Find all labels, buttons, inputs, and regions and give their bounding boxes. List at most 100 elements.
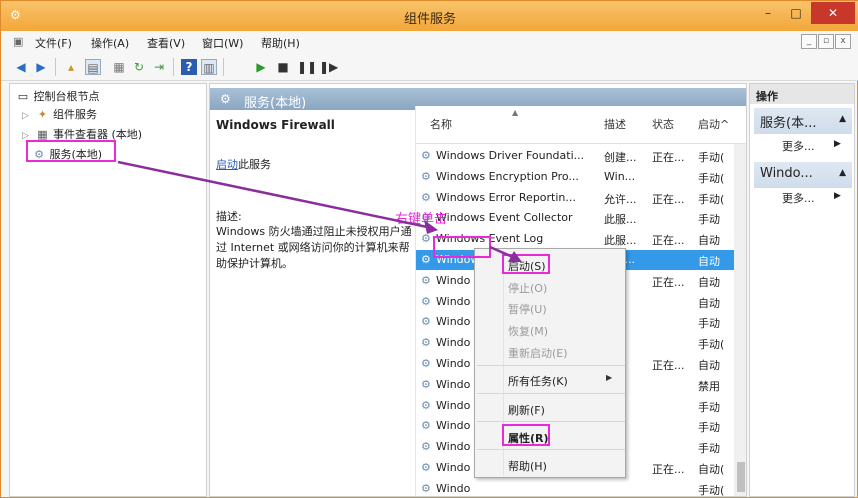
cell-startup: 手动	[698, 442, 720, 456]
chevron-right-icon: ▶	[834, 139, 841, 149]
tree-item-component-services[interactable]: ▷ ✦ 组件服务	[22, 106, 97, 124]
service-icon: ⚙	[421, 481, 431, 495]
pause-service-icon[interactable]: ❚❚	[297, 59, 317, 75]
highlight-box-services-local	[26, 140, 116, 162]
column-header-description[interactable]: 描述	[604, 116, 626, 132]
column-header-startup[interactable]: 启动^	[698, 116, 729, 132]
cell-startup: 手动(	[698, 483, 725, 497]
sort-ascending-icon: ▲	[512, 108, 519, 117]
service-icon: ⚙	[421, 377, 431, 391]
menu-item-restart[interactable]: 重新启动(E)	[508, 345, 568, 361]
mdi-minimize-button[interactable]: _	[801, 34, 817, 49]
title-bar[interactable]: ⚙ 组件服务 – □ ✕	[1, 1, 858, 31]
cell-startup: 手动	[698, 400, 720, 414]
help-icon[interactable]: ?	[181, 59, 197, 75]
cell-status: 正在...	[652, 234, 685, 248]
service-icon: ⚙	[421, 440, 431, 454]
cell-startup: 自动	[698, 296, 720, 310]
highlight-box-start-item	[502, 254, 550, 274]
cell-desc: 此服...	[604, 234, 637, 248]
more-actions-label: 更多...	[782, 140, 815, 153]
cell-status: 正在...	[652, 192, 685, 206]
close-button[interactable]: ✕	[811, 2, 855, 24]
menu-item-stop[interactable]: 停止(O)	[508, 280, 547, 296]
refresh-icon[interactable]: ↻	[131, 59, 147, 75]
restart-service-icon[interactable]: ❚▶	[319, 59, 338, 75]
menu-window[interactable]: 窗口(W)	[202, 35, 243, 51]
chevron-right-icon: ▶	[834, 191, 841, 201]
menu-item-refresh[interactable]: 刷新(F)	[508, 402, 545, 418]
menu-help[interactable]: 帮助(H)	[261, 35, 300, 51]
cell-startup: 手动(	[698, 338, 725, 352]
actions-section-windows-firewall[interactable]: Windo... ▲	[754, 162, 852, 188]
cell-status: 正在...	[652, 463, 685, 476]
cell-startup: 自动	[698, 359, 720, 372]
actions-section-label: 服务(本...	[760, 116, 817, 131]
window-title: 组件服务	[403, 12, 456, 27]
menu-view[interactable]: 查看(V)	[147, 35, 185, 51]
menu-action[interactable]: 操作(A)	[91, 35, 129, 51]
menu-file[interactable]: 文件(F)	[35, 35, 72, 51]
more-actions-link[interactable]: 更多... ▶	[782, 190, 841, 206]
service-icon: ⚙	[421, 315, 431, 329]
vertical-scrollbar[interactable]	[734, 144, 746, 496]
service-description-panel: Windows Firewall 启动此服务 描述: Windows 防火墙通过…	[216, 118, 414, 270]
cell-name: Windows Encryption Pro...	[436, 169, 579, 183]
start-service-line: 启动此服务	[216, 156, 271, 172]
cell-startup: 手动(	[698, 171, 725, 185]
service-icon: ⚙	[421, 461, 431, 474]
actions-section-services[interactable]: 服务(本... ▲	[754, 108, 852, 134]
table-row[interactable]: ⚙ Windows Error Reportin... 允许... 正在... 手动(	[416, 188, 734, 208]
toolbar-divider	[223, 58, 224, 76]
toolbar: ◀ ▶ ▴ ▤ ▦ ↻ ⇥ ? ▥ ▶ ■ ❚❚ ❚▶	[1, 53, 858, 81]
cell-startup: 手动(	[698, 151, 725, 164]
table-row[interactable]: ⚙ Windows Encryption Pro... Win... 手动(	[416, 167, 734, 187]
tree-item-root[interactable]: ▭ 控制台根节点	[16, 88, 100, 106]
table-row[interactable]: ⚙ Windows Event Collector 此服... 手动	[416, 208, 734, 228]
tree-item-label: 组件服务	[53, 108, 97, 121]
toolbar-divider	[173, 58, 174, 76]
console-icon: ▣	[13, 35, 24, 48]
cell-name: Windo	[436, 481, 471, 495]
collapse-icon[interactable]: ▲	[839, 168, 846, 178]
start-service-icon[interactable]: ▶	[253, 59, 269, 75]
menu-item-help[interactable]: 帮助(H)	[508, 458, 547, 474]
maximize-button[interactable]: □	[783, 2, 809, 24]
properties-icon[interactable]: ▦	[111, 59, 127, 75]
service-icon: ⚙	[421, 336, 431, 350]
cell-startup: 手动	[698, 213, 720, 227]
back-icon[interactable]: ◀	[13, 59, 29, 75]
highlight-box-properties-item	[502, 424, 550, 446]
menu-item-pause[interactable]: 暂停(U)	[508, 301, 547, 317]
cell-name: Windows Error Reportin...	[436, 190, 576, 204]
scrollbar-thumb[interactable]	[737, 462, 745, 492]
cell-name: Windows Driver Foundati...	[436, 149, 585, 162]
chevron-right-icon[interactable]: ▷	[22, 111, 32, 121]
show-tree-icon[interactable]: ▤	[85, 59, 101, 75]
collapse-icon[interactable]: ▲	[839, 114, 846, 124]
app-window: ⚙ 组件服务 – □ ✕ ▣ 文件(F) 操作(A) 查看(V) 窗口(W) 帮…	[0, 0, 858, 498]
cell-status: 正在...	[652, 275, 685, 289]
list-header: ▲ 名称 描述 状态 启动^	[416, 106, 746, 144]
more-actions-link[interactable]: 更多... ▶	[782, 138, 841, 154]
column-header-status[interactable]: 状态	[652, 116, 674, 132]
minimize-button[interactable]: –	[755, 2, 781, 24]
service-icon: ⚙	[421, 232, 431, 246]
up-folder-icon[interactable]: ▴	[63, 59, 79, 75]
export-list-icon[interactable]: ⇥	[151, 59, 167, 75]
table-row[interactable]: ⚙ Windo 手动(	[416, 479, 734, 497]
column-header-name[interactable]: 名称	[430, 116, 452, 132]
show-action-pane-icon[interactable]: ▥	[201, 59, 217, 75]
menu-item-resume[interactable]: 恢复(M)	[508, 323, 548, 339]
menu-item-all-tasks[interactable]: 所有任务(K) ▶	[508, 373, 612, 389]
cell-startup: 自动	[698, 275, 720, 289]
actions-section-label: Windo...	[760, 166, 813, 181]
start-service-link[interactable]: 启动	[216, 158, 238, 171]
stop-service-icon[interactable]: ■	[275, 59, 291, 75]
mdi-restore-button[interactable]: ▫	[818, 34, 834, 49]
forward-icon[interactable]: ▶	[33, 59, 49, 75]
component-icon: ✦	[37, 108, 48, 121]
mdi-close-button[interactable]: x	[835, 34, 851, 49]
table-row[interactable]: ⚙ Windows Driver Foundati... 创建... 正在... 手动(	[416, 146, 734, 166]
pane-title: 服务(本地)	[244, 96, 307, 111]
